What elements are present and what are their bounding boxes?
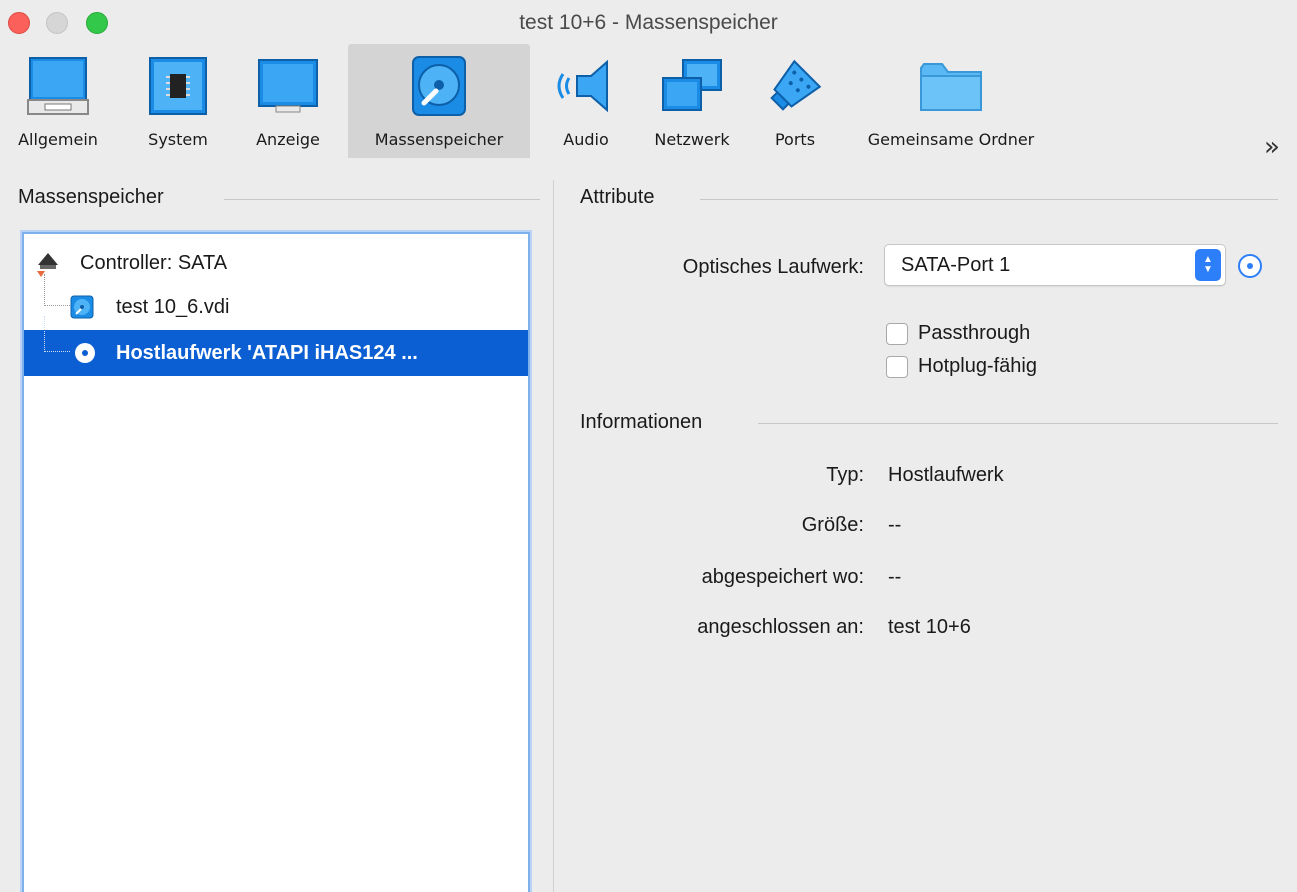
info-key-size: Größe: xyxy=(801,514,864,536)
display-icon xyxy=(253,52,323,120)
panel-divider xyxy=(553,180,554,892)
storage-section-title: Massenspeicher xyxy=(18,186,164,208)
hotplug-label: Hotplug-fähig xyxy=(918,355,1037,377)
info-value-type: Hostlaufwerk xyxy=(888,464,1004,486)
optical-drive-select[interactable]: SATA-Port 1 ▲ ▼ xyxy=(884,244,1226,286)
tree-item-controller-label: Controller: SATA xyxy=(80,251,228,274)
info-key-attached: angeschlossen an: xyxy=(697,616,864,638)
tab-audio[interactable]: Audio xyxy=(546,44,626,158)
tab-netzwerk-label: Netzwerk xyxy=(654,130,730,149)
tree-line xyxy=(44,274,70,306)
select-arrows-icon: ▲ ▼ xyxy=(1195,249,1221,281)
tab-gemeinsame-ordner-label: Gemeinsame Ordner xyxy=(867,130,1035,149)
title-bar: test 10+6 - Massenspeicher xyxy=(0,0,1297,44)
tab-anzeige[interactable]: Anzeige xyxy=(236,44,340,158)
storage-tree[interactable]: Controller: SATA test 10_6.vdi Hostlaufw… xyxy=(22,232,530,892)
tree-item-optical-drive-label: Hostlaufwerk 'ATAPI iHAS124 ... xyxy=(116,341,418,364)
settings-toolbar: Allgemein System Anzeige Massenspeicher … xyxy=(0,44,1297,162)
tab-system-label: System xyxy=(148,130,208,149)
general-icon xyxy=(23,52,93,120)
info-value-size: -- xyxy=(888,514,902,536)
information-section-divider xyxy=(758,423,1278,424)
window-title: test 10+6 - Massenspeicher xyxy=(519,11,778,34)
folder-icon xyxy=(916,52,986,120)
tab-allgemein-label: Allgemein xyxy=(18,130,98,149)
attributes-section-title: Attribute xyxy=(580,186,655,208)
attributes-section-divider xyxy=(700,199,1278,200)
tab-massenspeicher-label: Massenspeicher xyxy=(374,130,504,149)
tab-system[interactable]: System xyxy=(122,44,234,158)
speaker-icon xyxy=(551,52,621,120)
tab-audio-label: Audio xyxy=(563,130,609,149)
tree-item-optical-drive[interactable]: Hostlaufwerk 'ATAPI iHAS124 ... xyxy=(24,316,528,376)
more-chevron-icon[interactable]: » xyxy=(1264,132,1280,162)
storage-section-divider xyxy=(224,199,540,200)
tab-netzwerk[interactable]: Netzwerk xyxy=(640,44,744,158)
tree-line xyxy=(44,316,70,352)
passthrough-checkbox-row[interactable]: Passthrough xyxy=(886,322,1030,345)
tab-gemeinsame-ordner[interactable]: Gemeinsame Ordner xyxy=(846,44,1056,158)
hard-disk-icon xyxy=(404,52,474,120)
tree-item-controller[interactable]: Controller: SATA xyxy=(24,240,528,286)
tab-massenspeicher[interactable]: Massenspeicher xyxy=(348,44,530,158)
optical-drive-value: SATA-Port 1 xyxy=(901,254,1011,276)
tab-ports[interactable]: Ports xyxy=(756,44,834,158)
info-key-type: Typ: xyxy=(826,464,864,486)
controller-icon xyxy=(34,249,62,277)
chip-icon xyxy=(143,52,213,120)
info-value-location: -- xyxy=(888,566,902,588)
info-key-location: abgespeichert wo: xyxy=(701,566,864,588)
tab-ports-label: Ports xyxy=(774,130,816,149)
port-icon xyxy=(760,52,830,120)
optical-drive-label: Optisches Laufwerk: xyxy=(682,256,864,278)
network-icon xyxy=(657,52,727,120)
tab-allgemein[interactable]: Allgemein xyxy=(2,44,114,158)
choose-disc-button[interactable] xyxy=(1238,254,1262,278)
tree-item-disk[interactable]: test 10_6.vdi xyxy=(24,274,528,330)
information-section-title: Informationen xyxy=(580,411,703,433)
optical-disc-icon xyxy=(74,342,96,364)
tree-item-disk-label: test 10_6.vdi xyxy=(116,295,230,318)
hotplug-checkbox-row[interactable]: Hotplug-fähig xyxy=(886,355,1037,378)
info-value-attached: test 10+6 xyxy=(888,616,971,638)
passthrough-checkbox[interactable] xyxy=(886,322,908,345)
hard-disk-icon xyxy=(70,295,94,319)
hotplug-checkbox[interactable] xyxy=(886,355,908,378)
tab-anzeige-label: Anzeige xyxy=(256,130,320,149)
passthrough-label: Passthrough xyxy=(918,322,1031,344)
